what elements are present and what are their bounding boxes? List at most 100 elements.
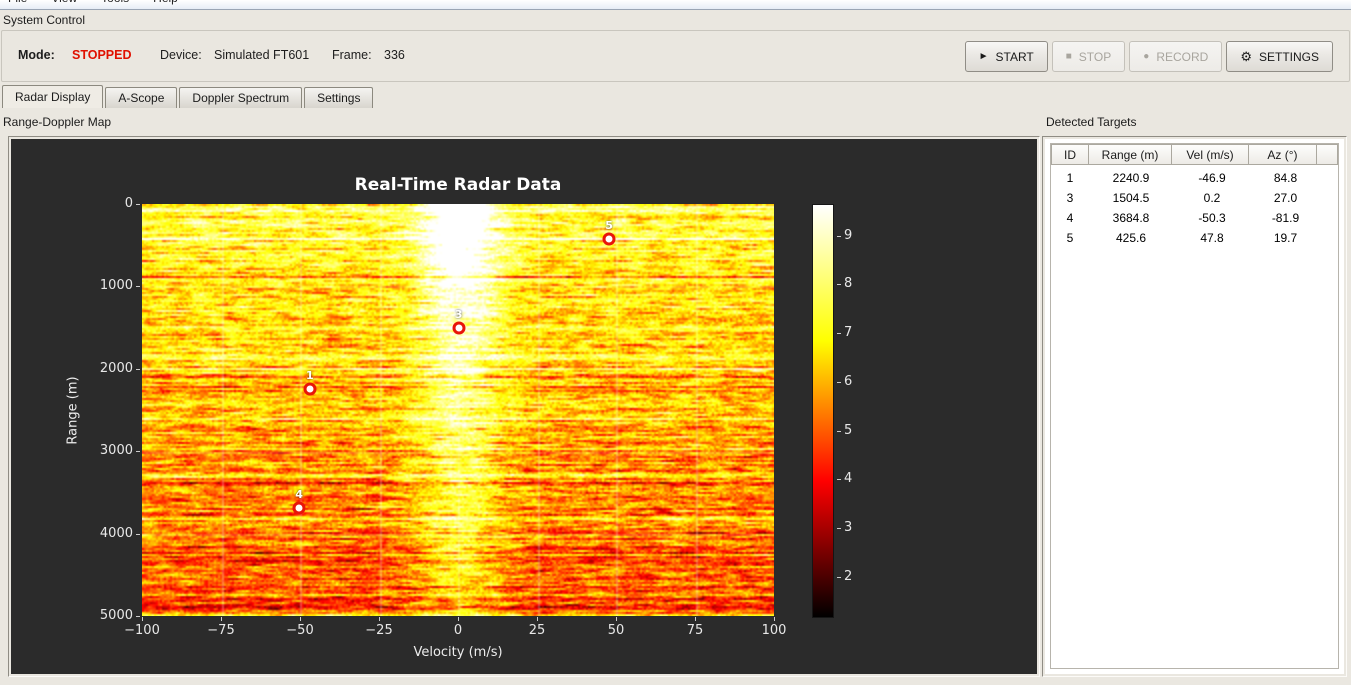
x-tick-label: −75 [207,623,235,638]
tab-a-scope[interactable]: A-Scope [105,87,178,108]
colorbar-tick-mark [837,284,841,286]
x-tick-mark [458,617,459,621]
settings-button-label: SETTINGS [1258,49,1319,64]
colorbar-tick-label: 8 [844,276,853,292]
system-control-box: Mode: STOPPED Device: Simulated FT601 Fr… [1,30,1350,82]
menu-bar: File View Tools Help [0,0,1351,10]
x-tick-mark [142,617,143,621]
table-cell: 5 [1066,231,1074,245]
column-header-id[interactable]: ID [1051,144,1089,165]
frame-value: 336 [384,48,405,62]
y-tick-mark [136,204,140,205]
y-tick-label: 3000 [99,443,133,459]
x-tick-label: 0 [453,623,463,638]
start-button[interactable]: ► START [964,41,1048,72]
table-cell: 4 [1066,211,1074,225]
column-header-velms[interactable]: Vel (m/s) [1171,144,1249,165]
y-tick-mark [136,451,140,453]
x-axis-label: Velocity (m/s) [413,645,503,660]
table-row[interactable]: 3 1504.5 0.2 27.0 [1051,188,1338,208]
colorbar-tick-mark [837,333,841,335]
frame-label: Frame: [332,48,372,62]
table-cell: 19.7 [1273,231,1298,245]
y-tick-mark [136,616,140,617]
colorbar-tick-mark [837,528,841,530]
tab-settings[interactable]: Settings [304,87,374,108]
colorbar-tick-mark [837,381,841,383]
tab-doppler-spectrum[interactable]: Doppler Spectrum [179,87,303,108]
target-marker-label: 5 [605,219,613,233]
start-button-label: START [995,49,1034,64]
target-marker-label: 3 [454,307,463,321]
tab-bar: Radar Display A-Scope Doppler Spectrum Sett… [2,85,374,108]
colorbar-tick-mark [837,576,841,578]
table-row[interactable]: 4 3684.8 -50.3 -81.9 [1051,208,1338,228]
table-row[interactable]: 1 2240.9 -46.9 84.8 [1051,168,1338,188]
y-tick-label: 5000 [99,608,133,623]
colorbar-tick-mark [837,479,841,481]
column-header-rangem[interactable]: Range (m) [1088,144,1172,165]
targets-table-header: ID Range (m) Vel (m/s) Az (°) [1051,144,1338,165]
menu-item-view[interactable]: View [51,0,77,8]
app-window: File View Tools Help System Control Mode: S… [0,0,1351,685]
table-cell: 3684.8 [1112,211,1150,225]
y-tick-label: 0 [124,196,133,211]
x-tick-mark [537,617,538,621]
x-tick-mark [695,617,696,621]
left-panel-title: Range-Doppler Map [3,115,112,129]
x-tick-mark [379,617,380,621]
tab-radar-display[interactable]: Radar Display [2,85,104,108]
table-row[interactable]: 5 425.6 47.8 19.7 [1051,228,1338,248]
target-marker [452,321,466,335]
mode-value: STOPPED [72,48,132,62]
targets-table: ID Range (m) Vel (m/s) Az (°) 1 2240.9 -46.9 8… [1050,143,1339,669]
x-tick-label: 50 [607,623,625,638]
colorbar-tick-label: 4 [844,471,853,487]
record-icon: ● [1143,50,1150,62]
menu-item-help[interactable]: Help [153,0,178,8]
target-marker [602,232,616,246]
detected-targets-panel: ID Range (m) Vel (m/s) Az (°) 1 2240.9 -46.9 8… [1042,136,1347,677]
gear-icon: ⚙ [1240,49,1252,64]
target-marker [303,382,317,396]
table-cell: 425.6 [1115,231,1147,245]
colorbar-tick-mark [837,235,841,237]
x-tick-label: −50 [286,623,314,638]
record-button: ● RECORD [1129,41,1223,72]
y-tick-label: 4000 [99,525,133,541]
y-tick-mark [136,368,140,370]
table-cell: -46.9 [1198,171,1226,185]
targets-table-body: 1 2240.9 -46.9 84.8 3 1504.5 0.2 27.0 4 3684.8 -50… [1051,165,1338,248]
y-tick-label: 2000 [99,360,133,376]
record-button-label: RECORD [1156,49,1209,64]
table-cell: -50.3 [1198,211,1226,225]
y-axis-label: Range (m) [65,376,81,445]
right-panel-title: Detected Targets [1046,115,1137,129]
target-marker-label: 4 [295,487,303,501]
table-cell: 3 [1066,191,1074,205]
table-cell: 2240.9 [1112,171,1150,185]
stop-button-label: STOP [1078,49,1112,64]
table-cell: 1504.5 [1112,191,1150,205]
colorbar-tick-label: 5 [844,422,853,438]
range-doppler-heatmap [142,204,774,616]
column-header-az[interactable]: Az (°) [1248,144,1317,165]
mode-label: Mode: [18,48,55,62]
x-tick-mark [774,617,775,621]
menu-item-file[interactable]: File [8,0,27,8]
stop-button: ■ STOP [1051,41,1126,72]
control-buttons: ► START ■ STOP ● RECORD ⚙ SETTINGS [964,41,1333,72]
table-cell: 0.2 [1203,191,1221,205]
target-marker [292,501,306,515]
colorbar-tick-label: 9 [844,227,853,243]
colorbar-tick-label: 6 [844,373,853,389]
y-tick-label: 1000 [99,278,133,294]
y-tick-mark [136,286,140,288]
range-doppler-panel: Real-Time Radar Data −100 −75 −50 −25 0 25 50 7… [8,136,1040,677]
menu-item-tools[interactable]: Tools [101,0,129,8]
device-value: Simulated FT601 [214,48,310,62]
table-cell: 27.0 [1273,191,1298,205]
x-tick-mark [616,617,617,621]
colorbar [812,204,834,618]
settings-button[interactable]: ⚙ SETTINGS [1226,41,1333,72]
